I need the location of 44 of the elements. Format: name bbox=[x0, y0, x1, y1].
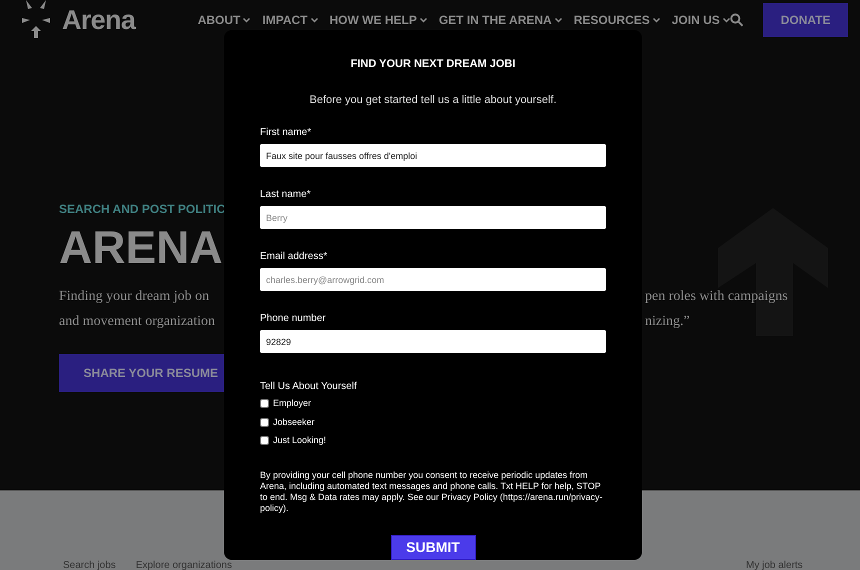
nav-link[interactable]: GET IN THE ARENA bbox=[438, 11, 562, 29]
donate-button[interactable]: DONATE bbox=[763, 3, 848, 37]
hero-text: pen roles with campaigns bbox=[645, 288, 788, 306]
input-field[interactable]: 92829 bbox=[260, 330, 606, 353]
group-label: Tell Us About Yourself bbox=[260, 380, 358, 394]
field-label: Last name* bbox=[260, 188, 312, 202]
checkbox-label: Jobseeker bbox=[273, 416, 315, 428]
caret-icon bbox=[310, 18, 318, 22]
footer-link[interactable]: My job alerts bbox=[746, 561, 803, 570]
caret-icon bbox=[554, 18, 562, 22]
consent-text: By providing your cell phone number you consent to receive periodic updates from Arena, including automated text messages and phone calls. Txt HELP for help, STOP to end. Msg & Data rates may apply. See our Privacy Policy (https://arena.run/privacy-policy). bbox=[260, 470, 604, 514]
nav-link[interactable]: RESOURCES bbox=[574, 11, 660, 29]
field-label: First name* bbox=[260, 126, 312, 140]
caret-icon bbox=[420, 18, 427, 22]
footer-link[interactable]: Search jobs bbox=[63, 561, 116, 570]
nav-link[interactable]: IMPACT bbox=[262, 11, 318, 29]
hero-text: nizing.” bbox=[645, 313, 691, 331]
share-resume-button[interactable]: SHARE YOUR RESUME bbox=[59, 354, 224, 392]
nav-link[interactable]: ABOUT bbox=[198, 11, 250, 29]
footer-link[interactable]: Explore organizations bbox=[136, 561, 232, 570]
modal-title: FIND YOUR NEXT DREAM JOBI bbox=[350, 57, 516, 72]
hero-text: and movement organization bbox=[59, 313, 216, 331]
hero-text: Finding your dream job on bbox=[59, 288, 210, 306]
search-icon[interactable] bbox=[730, 13, 744, 27]
checkbox[interactable] bbox=[260, 418, 269, 427]
hero-title: ARENA bbox=[59, 220, 224, 274]
submit-button[interactable]: SUBMIT bbox=[390, 534, 476, 560]
field-label: Phone number bbox=[260, 312, 327, 326]
nav-link[interactable]: JOIN US bbox=[672, 11, 730, 29]
input-field[interactable]: charles.berry@arrowgrid.com bbox=[260, 268, 606, 291]
checkbox-label: Just Looking! bbox=[273, 434, 326, 447]
input-field[interactable]: Faux site pour fausses offres d'emploi bbox=[260, 144, 606, 167]
input-field[interactable]: Berry bbox=[260, 206, 606, 229]
nav-link[interactable]: HOW WE HELP bbox=[330, 11, 427, 29]
logo-text: Arena bbox=[62, 4, 136, 37]
hero-eyebrow: SEARCH AND POST POLITIC bbox=[59, 201, 226, 218]
caret-icon bbox=[652, 18, 660, 22]
checkbox[interactable] bbox=[260, 436, 269, 446]
checkbox-label: Employer bbox=[273, 397, 312, 410]
modal-subtitle: Before you get started tell us a little about yourself. bbox=[308, 92, 558, 108]
field-label: Email address* bbox=[260, 250, 328, 264]
checkbox[interactable] bbox=[260, 399, 269, 408]
caret-icon bbox=[243, 18, 250, 22]
caret-icon bbox=[722, 18, 730, 22]
